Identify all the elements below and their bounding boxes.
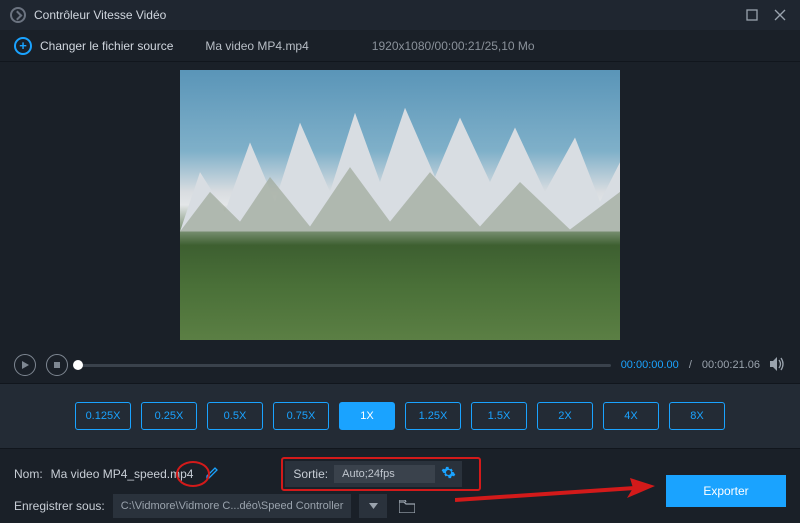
progress-knob[interactable] — [73, 360, 83, 370]
save-label: Enregistrer sous: — [14, 499, 105, 513]
source-file-name: Ma video MP4.mp4 — [205, 39, 308, 53]
output-settings-button[interactable] — [441, 465, 456, 483]
titlebar: Contrôleur Vitesse Vidéo — [0, 0, 800, 30]
app-icon — [10, 7, 26, 23]
transport-bar: 00:00:00.00 / 00:00:21.06 — [0, 347, 800, 383]
progress-bar[interactable] — [78, 364, 611, 367]
video-preview-area — [0, 62, 800, 347]
video-preview[interactable] — [180, 70, 620, 340]
speed-button-1x[interactable]: 1X — [339, 402, 395, 430]
speed-button-8x[interactable]: 8X — [669, 402, 725, 430]
save-path-field: C:\Vidmore\Vidmore C...déo\Speed Control… — [113, 494, 352, 518]
edit-name-button[interactable] — [205, 466, 219, 483]
speed-button-2x[interactable]: 2X — [537, 402, 593, 430]
stop-button[interactable] — [46, 354, 68, 376]
close-button[interactable] — [766, 0, 794, 30]
speed-button-4x[interactable]: 4X — [603, 402, 659, 430]
change-source-button[interactable]: Changer le fichier source — [40, 39, 173, 53]
maximize-icon — [746, 9, 758, 21]
speed-button-1-25x[interactable]: 1.25X — [405, 402, 461, 430]
window-title: Contrôleur Vitesse Vidéo — [34, 8, 166, 22]
speed-button-0-25x[interactable]: 0.25X — [141, 402, 197, 430]
name-label: Nom: — [14, 467, 43, 481]
time-separator: / — [689, 359, 692, 371]
speed-button-0-75x[interactable]: 0.75X — [273, 402, 329, 430]
current-time: 00:00:00.00 — [621, 359, 679, 371]
speed-button-0-125x[interactable]: 0.125X — [75, 402, 131, 430]
open-folder-button[interactable] — [395, 494, 419, 518]
chevron-down-icon — [369, 503, 378, 509]
output-format-field: Sortie: Auto;24fps — [285, 461, 461, 487]
maximize-button[interactable] — [738, 0, 766, 30]
stop-icon — [53, 361, 61, 369]
volume-button[interactable] — [770, 357, 786, 374]
speed-button-0-5x[interactable]: 0.5X — [207, 402, 263, 430]
volume-icon — [770, 357, 786, 371]
toolbar: Changer le fichier source Ma video MP4.m… — [0, 30, 800, 62]
close-icon — [774, 9, 786, 21]
pencil-icon — [205, 466, 219, 480]
folder-icon — [399, 500, 415, 513]
play-button[interactable] — [14, 354, 36, 376]
duration-time: 00:00:21.06 — [702, 359, 760, 371]
output-name: Ma video MP4_speed.mp4 — [51, 467, 194, 481]
save-path-dropdown[interactable] — [359, 494, 387, 518]
speed-selector: 0.125X 0.25X 0.5X 0.75X 1X 1.25X 1.5X 2X 4X 8X — [0, 383, 800, 449]
gear-icon — [441, 465, 456, 480]
source-file-meta: 1920x1080/00:00:21/25,10 Mo — [372, 39, 535, 53]
export-button[interactable]: Exporter — [666, 475, 786, 507]
sortie-label: Sortie: — [293, 467, 328, 481]
sortie-value: Auto;24fps — [334, 465, 435, 483]
speed-button-1-5x[interactable]: 1.5X — [471, 402, 527, 430]
play-icon — [21, 361, 29, 369]
add-source-icon[interactable] — [14, 37, 32, 55]
